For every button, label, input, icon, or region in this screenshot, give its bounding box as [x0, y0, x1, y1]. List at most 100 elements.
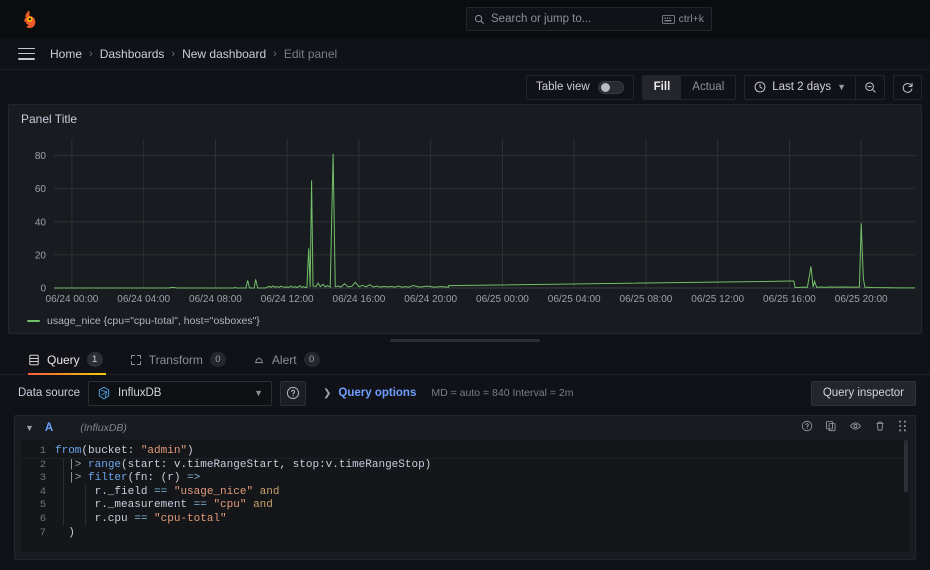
code-line: r.cpu == "cpu-total": [55, 512, 227, 525]
influxdb-icon: [98, 386, 110, 400]
x-axis-tick-label: 06/24 00:00: [46, 294, 99, 305]
code-line: r._measurement == "cpu" and: [55, 499, 273, 512]
legend-series-label: usage_nice {cpu="cpu-total", host="osbox…: [47, 315, 260, 327]
grafana-edit-panel-page: Search or jump to... ctrl+k Home › Dashb…: [0, 0, 930, 570]
indent-guide: [85, 485, 86, 526]
breadcrumb: Home › Dashboards › New dashboard › Edit…: [50, 47, 337, 61]
y-axis-tick-label: 40: [35, 217, 47, 228]
chart-svg: 0 20 40 60 80 06/24 00:00 06/24 04:00 06/24 08:…: [35, 139, 915, 305]
panel-toolbar: Table view Fill Actual Last 2 days ▼: [0, 70, 930, 104]
query-options-label: Query options: [338, 387, 417, 399]
zoom-out-icon: [864, 81, 876, 93]
bell-icon: [254, 356, 263, 363]
query-datasource-note: (InfluxDB): [80, 422, 127, 434]
chevron-down-icon: ▼: [837, 82, 846, 92]
code-content[interactable]: from(bucket: "admin") |> range(start: v.…: [55, 440, 909, 552]
x-axis-tick-label: 06/25 04:00: [548, 294, 601, 305]
tab-transform[interactable]: Transform 0: [130, 352, 239, 374]
code-line: |> range(start: v.timeRangeStart, stop:v…: [68, 458, 432, 471]
code-line-numbers: 1234567: [21, 440, 55, 552]
tab-transform-badge: 0: [209, 352, 226, 367]
tab-query-badge: 1: [86, 352, 103, 367]
y-axis-tick-label: 60: [35, 184, 47, 195]
code-line-number: 1: [39, 445, 46, 457]
chart-legend[interactable]: usage_nice {cpu="cpu-total", host="osbox…: [27, 315, 260, 327]
collapse-chevron-icon[interactable]: ▼: [25, 423, 34, 433]
query-inspector-label: Query inspector: [822, 387, 904, 399]
datasource-picker[interactable]: InfluxDB ▼: [88, 380, 273, 406]
editor-tabs: Query 1 Transform 0 Alert 0: [0, 346, 930, 375]
breadcrumb-item-home[interactable]: Home: [50, 47, 82, 61]
time-series-chart[interactable]: 0 20 40 60 80 06/24 00:00 06/24 04:00 06/24 08:…: [9, 131, 921, 314]
flux-code-editor[interactable]: 1234567 from(bucket: "admin") |> range(s…: [21, 440, 909, 552]
code-line: r._field == "usage_nice" and: [55, 485, 280, 498]
query-inspector-button[interactable]: Query inspector: [810, 380, 916, 406]
refresh-icon: [902, 82, 913, 93]
duplicate-icon[interactable]: [825, 419, 837, 437]
query-options-toggle[interactable]: ❯ Query options MD = auto = 840 Interval…: [323, 387, 573, 399]
table-view-label: Table view: [535, 81, 590, 93]
transform-icon: [130, 354, 141, 365]
panel-splitter[interactable]: [0, 334, 930, 346]
grafana-logo-button[interactable]: [0, 10, 58, 29]
x-axis-tick-label: 06/25 20:00: [835, 294, 888, 305]
search-shortcut-hint: ctrl+k: [661, 13, 704, 25]
tab-alert[interactable]: Alert 0: [253, 352, 333, 374]
legend-color-swatch: [27, 319, 40, 323]
datasource-selected-value: InfluxDB: [118, 387, 162, 399]
code-line-number: 4: [39, 485, 46, 498]
fill-button[interactable]: Fill: [642, 75, 682, 99]
indent-guide: [63, 458, 64, 526]
x-axis-tick-label: 06/24 08:00: [189, 294, 242, 305]
time-range-picker[interactable]: Last 2 days ▼: [745, 76, 855, 99]
query-ref-id[interactable]: A: [45, 422, 53, 434]
query-options-meta: MD = auto = 840 Interval = 2m: [431, 387, 574, 399]
eye-icon[interactable]: [849, 419, 862, 437]
time-range-label: Last 2 days: [772, 81, 832, 93]
x-axis-tick-label: 06/25 00:00: [476, 294, 529, 305]
time-range-controls: Last 2 days ▼: [744, 74, 885, 100]
tab-transform-label: Transform: [148, 352, 203, 367]
page-title: Panel Title: [21, 112, 78, 126]
chart-series-line: [54, 153, 915, 289]
x-axis-tick-label: 06/25 16:00: [763, 294, 816, 305]
y-axis-tick-label: 20: [35, 250, 47, 261]
x-axis-tick-label: 06/24 04:00: [117, 294, 170, 305]
table-view-toggle[interactable]: Table view: [525, 74, 634, 100]
drag-handle-icon[interactable]: [390, 338, 540, 342]
datasource-label: Data source: [18, 387, 81, 399]
y-axis-tick-label: 0: [40, 284, 46, 295]
help-circle-icon: [286, 386, 300, 400]
query-row-header: ▼ A (InfluxDB): [15, 416, 915, 440]
drag-handle-icon[interactable]: [898, 419, 907, 437]
code-scrollbar[interactable]: [904, 440, 908, 492]
graph-panel[interactable]: Panel Title 0 20 40 60 80 06/24 00:00 06/24 04…: [8, 104, 922, 334]
chevron-right-icon: ❯: [323, 387, 332, 399]
table-view-switch[interactable]: [597, 80, 624, 94]
chevron-down-icon: ▼: [254, 388, 264, 398]
code-line-number: 3: [39, 472, 46, 485]
breadcrumb-item-new-dashboard[interactable]: New dashboard: [182, 47, 266, 61]
refresh-button[interactable]: [893, 74, 922, 100]
breadcrumb-item-dashboards[interactable]: Dashboards: [100, 47, 165, 61]
grafana-logo-icon: [23, 10, 35, 28]
trash-icon[interactable]: [874, 419, 886, 437]
breadcrumb-item-edit-panel: Edit panel: [283, 46, 338, 61]
zoom-out-button[interactable]: [855, 75, 884, 99]
code-line: from(bucket: "admin"): [55, 445, 194, 457]
datasource-help-button[interactable]: [280, 380, 307, 406]
code-line-number: 2: [39, 458, 46, 471]
keyboard-icon: [661, 14, 675, 24]
tab-query[interactable]: Query 1: [28, 352, 116, 375]
datasource-row: Data source InfluxDB ▼ ❯ Query options M…: [0, 375, 930, 411]
code-line-number: 7: [39, 526, 46, 539]
fill-actual-segmented-control: Fill Actual: [641, 74, 737, 100]
menu-toggle-button[interactable]: [18, 47, 35, 60]
search-placeholder-text: Search or jump to...: [491, 13, 592, 25]
search-input[interactable]: Search or jump to... ctrl+k: [466, 7, 712, 31]
clock-icon: [754, 81, 766, 93]
y-axis-tick-label: 80: [35, 151, 47, 162]
actual-button[interactable]: Actual: [681, 76, 735, 99]
x-axis-tick-label: 06/25 12:00: [691, 294, 744, 305]
help-circle-icon[interactable]: [801, 419, 813, 437]
